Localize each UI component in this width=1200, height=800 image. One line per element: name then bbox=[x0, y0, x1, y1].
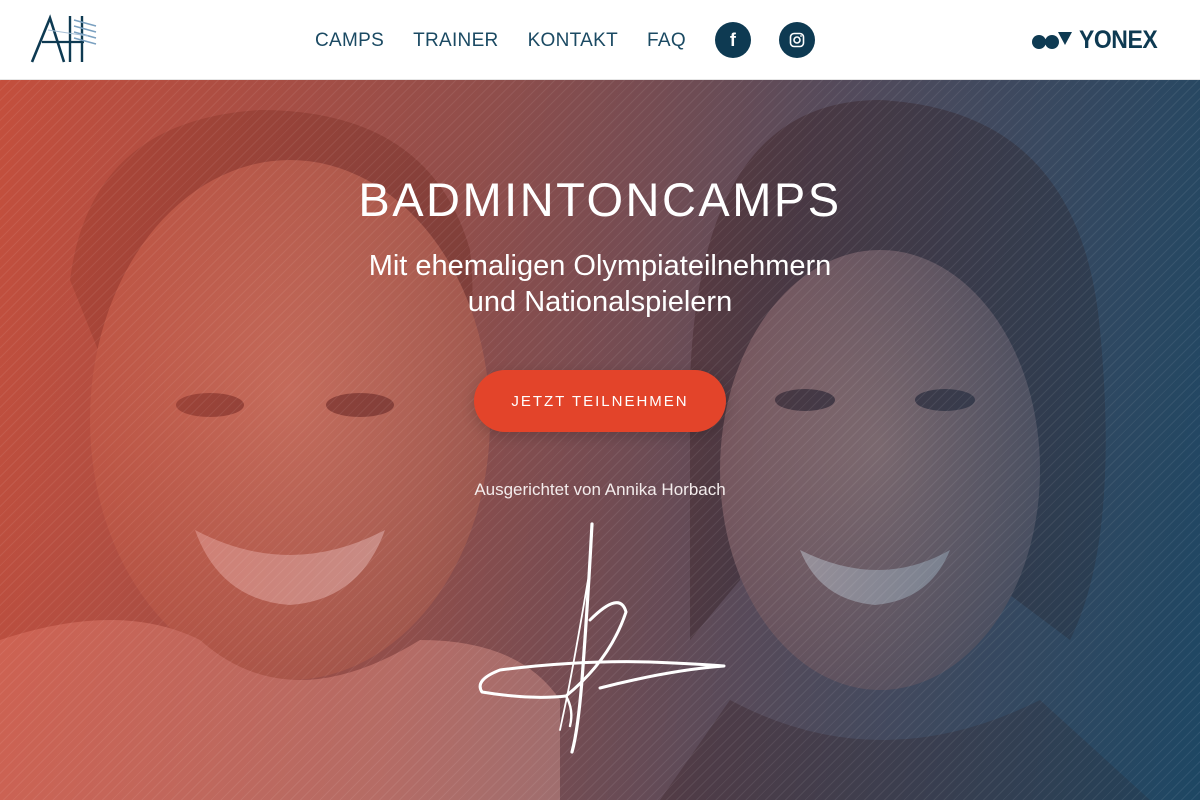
yonex-mark-icon bbox=[1031, 32, 1072, 49]
nav-trainer[interactable]: TRAINER bbox=[413, 31, 499, 50]
hero-subtitle: Mit ehemaligen Olympiateilnehmern und Na… bbox=[0, 248, 1200, 320]
host-text: Ausgerichtet von Annika Horbach bbox=[474, 480, 726, 499]
main-nav: CAMPS TRAINER KONTAKT FAQ f bbox=[315, 0, 815, 80]
yonex-sponsor-logo[interactable]: YONEX bbox=[1031, 24, 1164, 56]
facebook-icon: f bbox=[729, 29, 736, 50]
nav-faq[interactable]: FAQ bbox=[647, 31, 686, 50]
signature-graphic bbox=[478, 522, 726, 754]
instagram-button[interactable] bbox=[778, 22, 815, 58]
instagram-icon bbox=[789, 32, 805, 48]
hero-content: BADMINTONCAMPS Mit ehemaligen Olympiatei… bbox=[0, 80, 1200, 800]
join-now-button[interactable]: JETZT TEILNEHMEN bbox=[474, 370, 726, 432]
hero-subtitle-line-2: und Nationalspielern bbox=[467, 286, 733, 318]
site-header: CAMPS TRAINER KONTAKT FAQ f YONEX bbox=[0, 0, 1200, 80]
yonex-wordmark: YONEX bbox=[1078, 25, 1158, 54]
hero-subtitle-line-1: Mit ehemaligen Olympiateilnehmern bbox=[368, 250, 832, 282]
nav-kontakt[interactable]: KONTAKT bbox=[528, 31, 618, 50]
ah-logo-icon[interactable] bbox=[28, 12, 98, 64]
hero-section: BADMINTONCAMPS Mit ehemaligen Olympiatei… bbox=[0, 80, 1200, 800]
hero-title: BADMINTONCAMPS bbox=[358, 173, 842, 226]
nav-camps[interactable]: CAMPS bbox=[315, 31, 384, 50]
facebook-button[interactable]: f bbox=[714, 22, 751, 58]
